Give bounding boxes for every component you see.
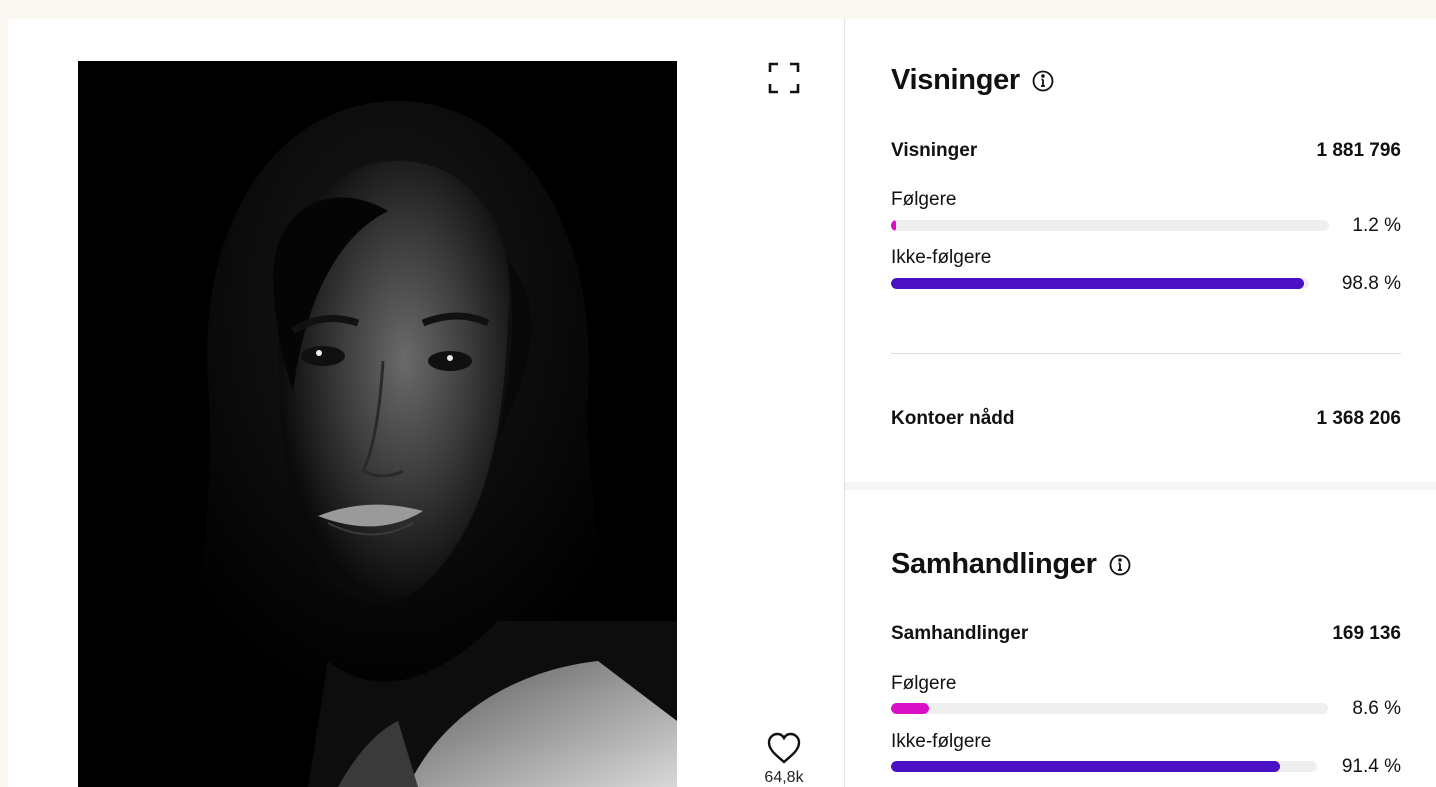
- expand-button[interactable]: [766, 60, 802, 96]
- views-nonfollowers-pct: 98.8 %: [1341, 273, 1401, 294]
- info-icon[interactable]: [1109, 554, 1131, 576]
- views-heading: Visninger: [891, 64, 1054, 97]
- stats-pane: Visninger Visninger 1 881 796 Følgere 1.…: [845, 19, 1436, 787]
- interactions-followers-label: Følgere: [891, 673, 957, 694]
- views-total-value: 1 881 796: [1316, 140, 1401, 161]
- section-separator: [845, 482, 1436, 490]
- views-followers-pct: 1.2 %: [1352, 215, 1401, 236]
- views-nonfollowers-bar: [891, 278, 1309, 289]
- expand-icon: [768, 62, 800, 94]
- like-control: 64,8k: [756, 731, 812, 787]
- interactions-nonfollowers-label: Ikke-følgere: [891, 731, 992, 752]
- info-icon[interactable]: [1032, 70, 1054, 92]
- interactions-nonfollowers-pct: 91.4 %: [1341, 756, 1401, 777]
- views-followers-fill: [891, 220, 897, 231]
- views-card: Visninger Visninger 1 881 796 Følgere 1.…: [845, 19, 1436, 482]
- interactions-nonfollowers-bar: [891, 761, 1317, 772]
- post-image: [78, 61, 677, 787]
- like-count: 64,8k: [764, 769, 804, 786]
- interactions-nonfollowers-fill: [891, 761, 1281, 772]
- interactions-card: Samhandlinger Samhandlinger 169 136 Følg…: [845, 490, 1436, 787]
- views-title: Visninger: [891, 64, 1020, 96]
- interactions-title: Samhandlinger: [891, 548, 1097, 580]
- interactions-followers-pct: 8.6 %: [1352, 698, 1401, 719]
- interactions-total-row: Samhandlinger 169 136: [891, 623, 1401, 645]
- views-total-row: Visninger 1 881 796: [891, 140, 1401, 162]
- views-followers-label: Følgere: [891, 189, 957, 210]
- reach-label: Kontoer nådd: [891, 408, 1015, 429]
- insights-panel: 64,8k Visninger Visninger 1 881 796 Følg…: [8, 19, 1436, 787]
- interactions-total-label: Samhandlinger: [891, 623, 1029, 644]
- reach-value: 1 368 206: [1316, 408, 1401, 429]
- interactions-followers-bar: [891, 703, 1328, 714]
- interactions-heading: Samhandlinger: [891, 548, 1131, 581]
- views-nonfollowers-label: Ikke-følgere: [891, 247, 992, 268]
- views-followers-bar: [891, 220, 1329, 231]
- views-nonfollowers-fill: [891, 278, 1304, 289]
- reach-row: Kontoer nådd 1 368 206: [891, 408, 1401, 430]
- views-total-label: Visninger: [891, 140, 978, 161]
- views-divider: [891, 353, 1401, 354]
- interactions-total-value: 169 136: [1332, 623, 1401, 644]
- heart-icon[interactable]: [766, 731, 802, 765]
- post-preview: 64,8k: [8, 19, 844, 787]
- interactions-followers-fill: [891, 703, 929, 714]
